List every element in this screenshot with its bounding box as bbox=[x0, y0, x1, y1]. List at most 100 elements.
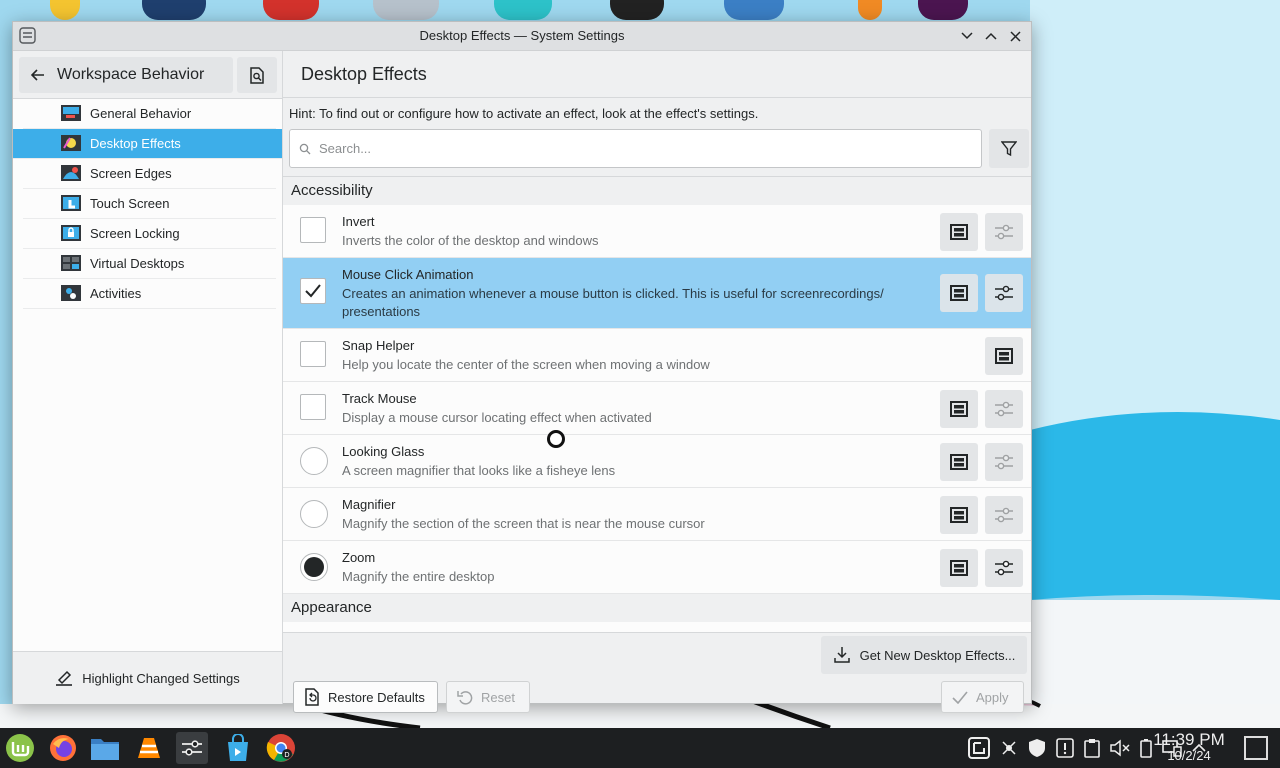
highlight-changed-settings-button[interactable]: Highlight Changed Settings bbox=[13, 651, 282, 704]
sidebar: Workspace Behavior General Behavior Desk… bbox=[13, 51, 283, 704]
effect-name: Zoom bbox=[342, 550, 376, 565]
effect-name: Magnifier bbox=[342, 497, 396, 512]
sidebar-item-label: Desktop Effects bbox=[90, 136, 181, 151]
preview-button[interactable] bbox=[985, 337, 1023, 375]
reset-button[interactable]: Reset bbox=[446, 681, 530, 713]
sidebar-item-label: Activities bbox=[90, 286, 142, 301]
clipboard-icon[interactable] bbox=[1084, 738, 1100, 758]
sidebar-item-general-behavior[interactable]: General Behavior bbox=[23, 99, 276, 129]
chevron-up-icon bbox=[985, 32, 997, 40]
get-new-effects-button[interactable]: Get New Desktop Effects... bbox=[821, 636, 1027, 674]
sidebar-item-screen-edges[interactable]: Screen Edges bbox=[23, 159, 276, 189]
taskbar-files[interactable] bbox=[89, 732, 121, 764]
clock[interactable]: 11:39 PM 10/2/24 bbox=[1147, 730, 1231, 764]
configure-button[interactable] bbox=[985, 443, 1023, 481]
show-desktop-button[interactable] bbox=[1244, 736, 1268, 760]
effect-row-track-mouse[interactable]: Track Mouse Display a mouse cursor locat… bbox=[283, 382, 1031, 435]
effect-row-magnifier[interactable]: Magnifier Magnify the section of the scr… bbox=[283, 488, 1031, 541]
preview-button[interactable] bbox=[940, 549, 978, 587]
touch-screen-icon bbox=[61, 194, 81, 211]
dock-app-icon[interactable] bbox=[724, 0, 784, 20]
effect-row-zoom[interactable]: Zoom Magnify the entire desktop bbox=[283, 541, 1031, 594]
taskbar-system-settings[interactable] bbox=[176, 732, 208, 764]
dock-app-icon[interactable] bbox=[142, 0, 206, 20]
dock-app-icon[interactable] bbox=[263, 0, 319, 20]
maximize-button[interactable] bbox=[981, 26, 1001, 46]
start-menu-button[interactable] bbox=[4, 732, 36, 764]
preview-button[interactable] bbox=[940, 496, 978, 534]
restore-defaults-button[interactable]: Restore Defaults bbox=[293, 681, 438, 713]
search-settings-button[interactable] bbox=[237, 57, 277, 93]
configure-button[interactable] bbox=[985, 496, 1023, 534]
activities-icon bbox=[61, 284, 81, 301]
effect-radio[interactable] bbox=[300, 553, 328, 581]
taskbar-discover[interactable] bbox=[222, 732, 254, 764]
dock-app-icon[interactable] bbox=[858, 0, 882, 20]
effect-radio[interactable] bbox=[300, 500, 328, 528]
effect-row-mouse-click-animation[interactable]: Mouse Click Animation Creates an animati… bbox=[283, 258, 1031, 329]
effect-radio[interactable] bbox=[300, 447, 328, 475]
preview-button[interactable] bbox=[940, 274, 978, 312]
configure-button[interactable] bbox=[985, 274, 1023, 312]
filter-button[interactable] bbox=[989, 129, 1029, 168]
sliders-icon bbox=[995, 285, 1013, 301]
dock-app-icon[interactable] bbox=[50, 0, 80, 20]
search-placeholder: Search... bbox=[319, 141, 372, 156]
effect-checkbox[interactable] bbox=[300, 217, 326, 243]
screen-capture-icon[interactable] bbox=[968, 737, 990, 759]
film-icon bbox=[950, 507, 968, 523]
kde-connect-icon[interactable] bbox=[1000, 739, 1018, 757]
folder-icon bbox=[91, 739, 119, 760]
sidebar-item-screen-locking[interactable]: Screen Locking bbox=[23, 219, 276, 249]
dock-app-icon[interactable] bbox=[918, 0, 968, 20]
preview-button[interactable] bbox=[940, 390, 978, 428]
back-button[interactable]: Workspace Behavior bbox=[19, 57, 233, 93]
notification-icon[interactable] bbox=[1056, 738, 1074, 758]
system-settings-icon bbox=[182, 740, 202, 756]
preview-button[interactable] bbox=[940, 443, 978, 481]
dock-app-icon[interactable] bbox=[494, 0, 552, 20]
volume-muted-icon[interactable] bbox=[1110, 739, 1130, 757]
effects-list: Accessibility Invert Inverts the color o… bbox=[283, 176, 1031, 633]
sidebar-item-label: Touch Screen bbox=[90, 196, 170, 211]
sidebar-item-label: Screen Edges bbox=[90, 166, 172, 181]
close-button[interactable] bbox=[1005, 26, 1025, 46]
effect-row-looking-glass[interactable]: Looking Glass A screen magnifier that lo… bbox=[283, 435, 1031, 488]
dock-app-icon[interactable] bbox=[610, 0, 664, 20]
apply-button[interactable]: Apply bbox=[941, 681, 1024, 713]
effect-row-invert[interactable]: Invert Inverts the color of the desktop … bbox=[283, 205, 1031, 258]
checkmark-icon bbox=[305, 284, 321, 298]
shield-icon[interactable] bbox=[1028, 738, 1046, 758]
taskbar-firefox[interactable] bbox=[47, 732, 79, 764]
apply-label: Apply bbox=[976, 689, 1009, 705]
minimize-button[interactable] bbox=[957, 26, 977, 46]
effect-checkbox[interactable] bbox=[300, 341, 326, 367]
configure-button[interactable] bbox=[985, 213, 1023, 251]
film-icon bbox=[950, 285, 968, 301]
effect-description: A screen magnifier that looks like a fis… bbox=[342, 463, 616, 478]
configure-button[interactable] bbox=[985, 549, 1023, 587]
firefox-icon bbox=[50, 735, 76, 761]
restore-defaults-label: Restore Defaults bbox=[328, 689, 425, 705]
sidebar-item-activities[interactable]: Activities bbox=[23, 279, 276, 309]
taskbar-vlc[interactable] bbox=[133, 732, 165, 764]
taskbar-chrome[interactable]: D bbox=[265, 732, 297, 764]
linux-mint-icon bbox=[6, 734, 34, 762]
effect-description: Display a mouse cursor locating effect w… bbox=[342, 410, 652, 425]
titlebar: Desktop Effects — System Settings bbox=[13, 22, 1031, 51]
film-icon bbox=[950, 454, 968, 470]
effect-checkbox[interactable] bbox=[300, 394, 326, 420]
reset-label: Reset bbox=[481, 689, 515, 705]
search-field[interactable]: Search... bbox=[289, 129, 982, 168]
clock-time: 11:39 PM bbox=[1153, 730, 1225, 749]
dock-app-icon[interactable] bbox=[373, 0, 439, 20]
configure-button[interactable] bbox=[985, 390, 1023, 428]
effect-checkbox[interactable] bbox=[300, 278, 326, 304]
sidebar-item-virtual-desktops[interactable]: Virtual Desktops bbox=[23, 249, 276, 279]
effect-row-snap-helper[interactable]: Snap Helper Help you locate the center o… bbox=[283, 329, 1031, 382]
page-title: Desktop Effects bbox=[283, 51, 1031, 98]
sidebar-item-touch-screen[interactable]: Touch Screen bbox=[23, 189, 276, 219]
sidebar-item-desktop-effects[interactable]: Desktop Effects bbox=[13, 129, 282, 159]
general-behavior-icon bbox=[61, 104, 81, 121]
preview-button[interactable] bbox=[940, 213, 978, 251]
